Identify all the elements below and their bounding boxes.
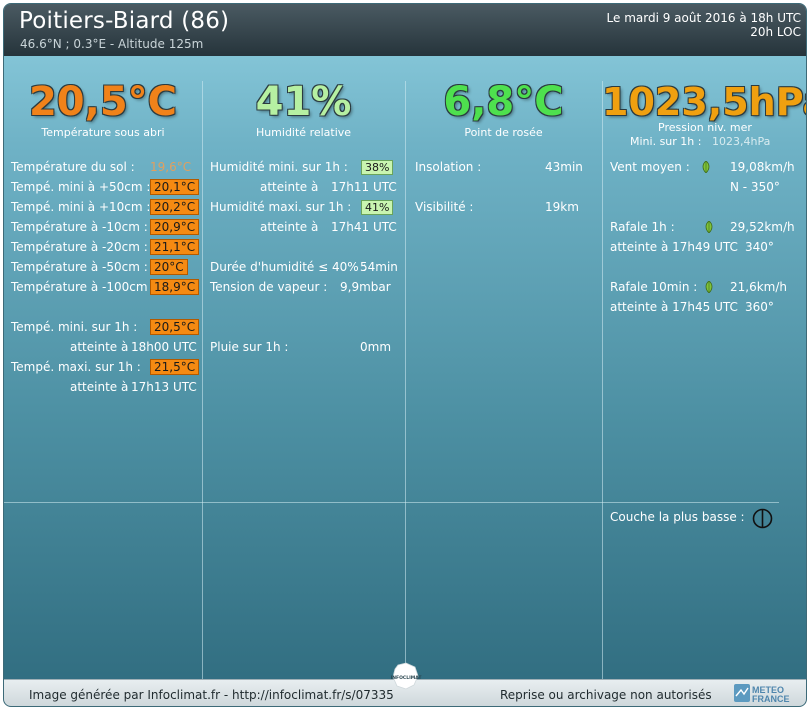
- wind-mean-label: Vent moyen :: [610, 160, 690, 174]
- humidity-max-label: Humidité maxi. sur 1h :: [210, 200, 352, 214]
- pressure-value: 1023,5hPa: [602, 80, 807, 124]
- temp-min-1h-value: 20,5°C: [150, 319, 200, 335]
- svg-text:FRANCE: FRANCE: [752, 694, 790, 704]
- leaf-icon: [705, 281, 713, 293]
- header-bar: Poitiers-Biard (86) 46.6°N ; 0.3°E - Alt…: [4, 4, 806, 56]
- temp-min-time-value: 18h00 UTC: [131, 340, 197, 354]
- temp-max-1h-value: 21,5°C: [150, 359, 200, 375]
- row-divider: [4, 502, 779, 503]
- humidity-max-value: 41%: [361, 200, 394, 215]
- gust-10min-label: Rafale 10min :: [610, 280, 698, 294]
- visibility-value: 19km: [545, 200, 579, 214]
- dewpoint-label: Point de rosée: [464, 126, 543, 139]
- rain-label: Pluie sur 1h :: [210, 340, 289, 354]
- infoclimat-logo: INFOCLIMAT: [391, 662, 423, 690]
- gust-10min-time: atteinte à 17h45 UTC: [610, 300, 738, 314]
- temp-m10-label: Température à -10cm :: [11, 220, 148, 234]
- sunshine-value: 43min: [545, 160, 583, 174]
- temp-m100-label: Température à -100cm :: [11, 280, 156, 294]
- humidity-value: 41%: [255, 79, 352, 125]
- temp-m10-value: 20,9°C: [150, 219, 200, 235]
- wind-direction: N - 350°: [730, 180, 780, 194]
- cloud-layer-label: Couche la plus basse :: [610, 510, 745, 524]
- visibility-label: Visibilité :: [415, 200, 474, 214]
- temp-p50-label: Tempé. mini à +50cm :: [11, 180, 151, 194]
- temp-min-1h-label: Tempé. mini. sur 1h :: [11, 320, 138, 334]
- station-name: Poitiers-Biard (86): [19, 8, 230, 34]
- humidity-min-label: Humidité mini. sur 1h :: [210, 160, 348, 174]
- wind-mean-value: 19,08km/h: [730, 160, 795, 174]
- footer-credit: Image générée par Infoclimat.fr - http:/…: [29, 688, 394, 702]
- temp-max-time-label: atteinte à: [70, 380, 129, 394]
- gust-10min-direction: 360°: [745, 300, 774, 314]
- soil-temp-value: 19,6°C: [150, 160, 192, 174]
- vapor-pressure-value: 9,9mbar: [340, 280, 391, 294]
- gust-1h-time: atteinte à 17h49 UTC: [610, 240, 738, 254]
- temp-max-1h-label: Tempé. maxi. sur 1h :: [11, 360, 141, 374]
- dewpoint-value: 6,8°C: [443, 79, 564, 125]
- rain-value: 0mm: [360, 340, 392, 354]
- footer-notice: Reprise ou archivage non autorisés: [500, 688, 712, 702]
- temp-min-time-label: atteinte à: [70, 340, 129, 354]
- vapor-pressure-label: Tension de vapeur :: [210, 280, 328, 294]
- pressure-min-label: Mini. sur 1h :: [630, 135, 702, 148]
- temperature-value: 20,5°C: [28, 79, 178, 125]
- sunshine-label: Insolation :: [415, 160, 482, 174]
- temp-m100-value: 18,9°C: [150, 279, 200, 295]
- temp-m50-value: 20°C: [150, 259, 188, 275]
- gust-1h-value: 29,52km/h: [730, 220, 795, 234]
- temp-p10-label: Tempé. mini à +10cm :: [11, 200, 151, 214]
- observation-local-time: 20h LOC: [750, 25, 801, 39]
- leaf-icon: [702, 161, 710, 173]
- weather-panel: Poitiers-Biard (86) 46.6°N ; 0.3°E - Alt…: [3, 3, 807, 707]
- gust-10min-value: 21,6km/h: [730, 280, 788, 294]
- humidity-duration-value: 54min: [360, 260, 398, 274]
- station-coordinates: 46.6°N ; 0.3°E - Altitude 125m: [20, 37, 204, 51]
- gust-1h-direction: 340°: [745, 240, 774, 254]
- humidity-max-time-label: atteinte à: [260, 220, 319, 234]
- pressure-label: Pression niv. mer: [658, 121, 752, 134]
- svg-text:INFOCLIMAT: INFOCLIMAT: [391, 675, 423, 681]
- humidity-min-time-label: atteinte à: [260, 180, 319, 194]
- leaf-icon: [705, 221, 713, 233]
- column-divider: [405, 81, 406, 679]
- temp-max-time-value: 17h13 UTC: [131, 380, 197, 394]
- cloud-cover-icon: [752, 508, 773, 529]
- temp-m20-label: Température à -20cm :: [11, 240, 148, 254]
- column-divider: [202, 81, 203, 679]
- temperature-label: Température sous abri: [41, 126, 165, 139]
- humidity-min-time-value: 17h11 UTC: [331, 180, 397, 194]
- humidity-max-time-value: 17h41 UTC: [331, 220, 397, 234]
- temp-p10-value: 20,2°C: [150, 199, 200, 215]
- temp-m50-label: Température à -50cm :: [11, 260, 148, 274]
- gust-1h-label: Rafale 1h :: [610, 220, 675, 234]
- observation-date: Le mardi 9 août 2016 à 18h UTC: [606, 11, 801, 25]
- humidity-duration-label: Durée d'humidité ≤ 40% :: [210, 260, 367, 274]
- temp-m20-value: 21,1°C: [150, 239, 200, 255]
- soil-temp-label: Température du sol :: [11, 160, 135, 174]
- temp-p50-value: 20,1°C: [150, 179, 200, 195]
- humidity-min-value: 38%: [361, 160, 394, 175]
- column-divider: [602, 81, 603, 679]
- pressure-min-value: 1023,4hPa: [712, 135, 771, 148]
- meteo-france-logo: METEO FRANCE: [734, 684, 790, 704]
- humidity-label: Humidité relative: [255, 126, 352, 139]
